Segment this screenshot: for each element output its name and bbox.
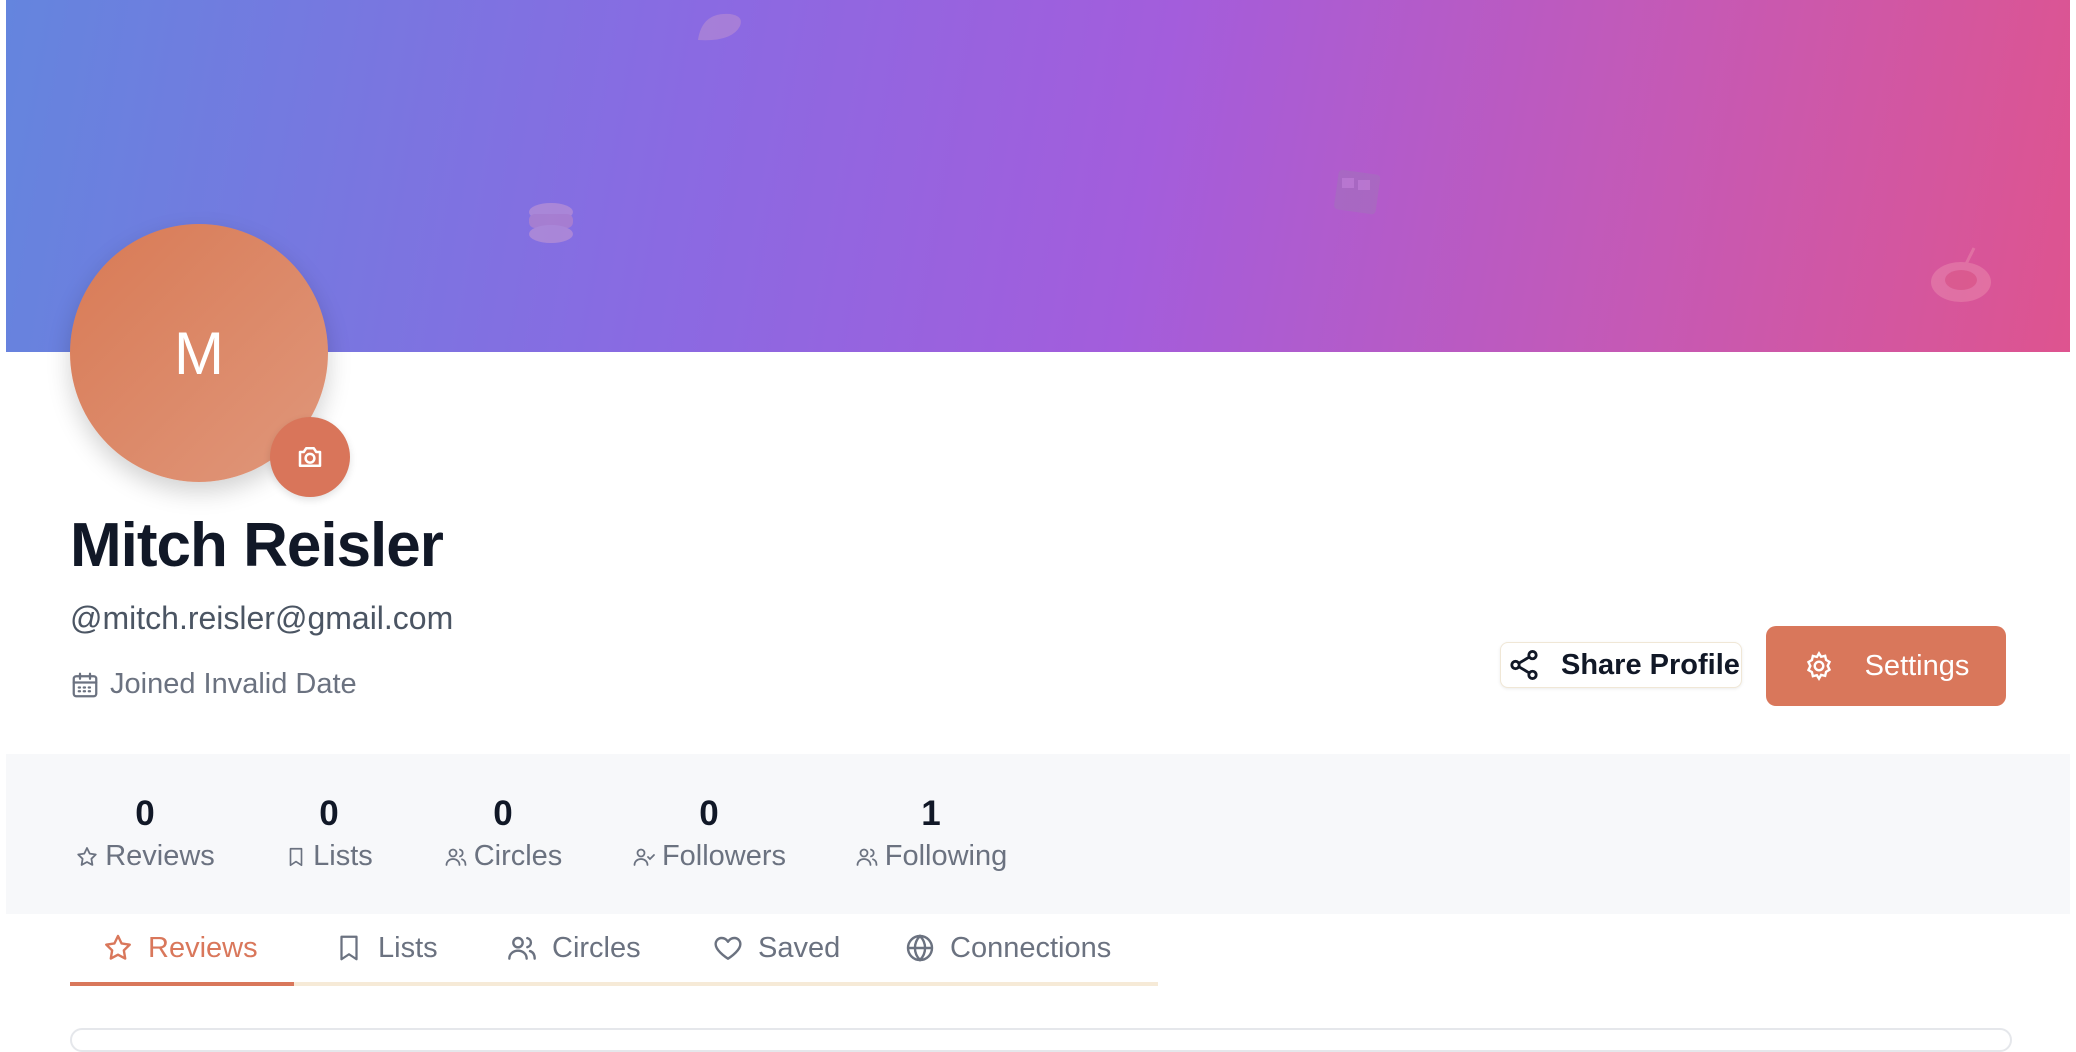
users-icon: [445, 848, 467, 866]
profile-handle: @mitch.reisler@gmail.com: [70, 600, 454, 636]
globe-icon: [906, 934, 934, 962]
avatar-initial: M: [174, 319, 224, 387]
tab-label: Lists: [378, 931, 438, 964]
stat-value: 0: [319, 794, 339, 833]
tab-reviews[interactable]: Reviews: [102, 914, 258, 982]
calendar-icon: [72, 672, 98, 697]
stat-reviews[interactable]: 0 Reviews: [70, 794, 220, 873]
stat-lists[interactable]: 0 Lists: [276, 794, 382, 873]
stat-label: Followers: [661, 840, 787, 872]
tab-saved[interactable]: Saved: [712, 914, 840, 982]
stat-label: Circles: [473, 840, 563, 872]
profile-page: M Mitch Reisler @mitch.reisler@gmail.com…: [6, 0, 2070, 1052]
star-icon: [77, 846, 97, 866]
stat-label: Lists: [313, 840, 373, 872]
share-profile-label: Share Profile: [1561, 648, 1740, 681]
gear-icon: [1806, 651, 1831, 682]
profile-name: Mitch Reisler: [70, 511, 444, 580]
camera-icon: [298, 447, 322, 467]
avatar-container: M: [70, 224, 350, 497]
stat-value: 0: [135, 794, 155, 833]
settings-button[interactable]: Settings: [1766, 626, 2006, 706]
stat-value: 0: [699, 794, 719, 833]
change-avatar-button[interactable]: [270, 417, 350, 497]
tab-label: Circles: [552, 931, 641, 964]
users-icon: [856, 848, 878, 866]
stat-label: Reviews: [105, 840, 215, 872]
star-icon: [105, 934, 131, 960]
stat-label: Following: [884, 840, 1008, 872]
stat-value: 1: [921, 794, 941, 833]
tab-circles[interactable]: Circles: [506, 914, 641, 982]
food-decoration-icon: [1931, 247, 1991, 302]
joined-date: Joined Invalid Date: [70, 668, 357, 701]
stat-following[interactable]: 1 Following: [848, 794, 1014, 873]
active-tab-indicator: [70, 982, 294, 986]
food-decoration-icon: [698, 13, 741, 41]
user-check-icon: [633, 848, 655, 866]
tab-label: Saved: [758, 931, 841, 964]
share-icon: [1510, 649, 1538, 681]
bookmark-icon: [289, 847, 303, 866]
stat-followers[interactable]: 0 Followers: [626, 794, 792, 873]
tab-label: Reviews: [148, 931, 258, 964]
tab-label: Connections: [950, 931, 1112, 964]
settings-label: Settings: [1864, 649, 1970, 682]
stat-circles[interactable]: 0 Circles: [438, 794, 568, 873]
bookmark-icon: [340, 935, 358, 961]
tab-lists[interactable]: Lists: [334, 914, 438, 982]
users-icon: [508, 936, 536, 960]
profile-tabs: Reviews Lists Circles Saved Connections: [70, 914, 1158, 986]
joined-text: Joined Invalid Date: [110, 668, 357, 700]
tab-connections[interactable]: Connections: [904, 914, 1111, 982]
food-decoration-icon: [529, 203, 573, 243]
share-profile-button[interactable]: Share Profile: [1500, 642, 1742, 688]
content-card: [70, 1028, 2012, 1052]
food-decoration-icon: [1334, 169, 1381, 215]
stats-bar: 0 Reviews 0 Lists 0 Circles 0 Followers …: [6, 754, 2070, 914]
heart-icon: [714, 936, 742, 960]
stat-value: 0: [493, 794, 513, 833]
